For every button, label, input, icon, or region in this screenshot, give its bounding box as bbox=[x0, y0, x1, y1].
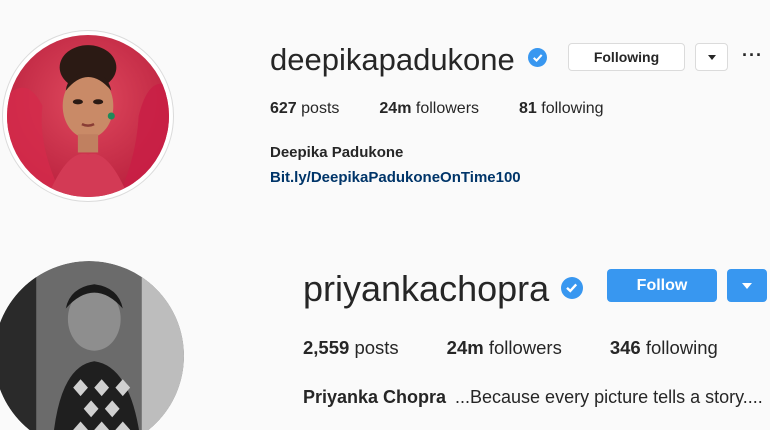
suggested-dropdown-button[interactable] bbox=[695, 43, 728, 71]
chevron-down-icon bbox=[707, 54, 716, 60]
posts-count: 2,559 posts bbox=[303, 337, 399, 358]
profile-avatar-ring[interactable] bbox=[0, 261, 184, 430]
follow-button[interactable]: Follow bbox=[607, 269, 717, 302]
followers-link[interactable]: 24m followers bbox=[447, 337, 562, 359]
following-link[interactable]: 81 following bbox=[519, 100, 604, 118]
avatar[interactable] bbox=[0, 261, 184, 430]
profile-username: deepikapadukone bbox=[270, 42, 515, 77]
following-link[interactable]: 346 following bbox=[610, 337, 718, 359]
profile-bio: ...Because every picture tells a story..… bbox=[455, 387, 763, 407]
verified-badge-icon bbox=[528, 48, 547, 67]
posts-count: 627 posts bbox=[270, 100, 340, 117]
profile-username: priyankachopra bbox=[303, 268, 550, 309]
verified-badge-icon bbox=[561, 277, 583, 299]
bio-link[interactable]: Bit.ly/DeepikaPadukoneOnTime100 bbox=[270, 169, 521, 186]
profile-stats: 627 posts 24m followers 81 following bbox=[270, 100, 644, 118]
profile-header-priyanka: priyankachopra Follow 2,559 posts 24m fo… bbox=[0, 225, 770, 430]
suggested-dropdown-button[interactable] bbox=[727, 269, 767, 302]
chevron-down-icon bbox=[742, 282, 752, 289]
profile-stats: 2,559 posts 24m followers 346 following bbox=[303, 337, 766, 359]
avatar[interactable] bbox=[7, 35, 169, 197]
more-dots-icon[interactable]: ··· bbox=[742, 46, 763, 64]
profile-full-name: Priyanka Chopra bbox=[303, 387, 447, 407]
profile-full-name: Deepika Padukone bbox=[270, 144, 404, 161]
followers-link[interactable]: 24m followers bbox=[379, 100, 479, 118]
following-button[interactable]: Following bbox=[568, 43, 685, 71]
profile-header-deepika: deepikapadukone Following ··· 627 posts … bbox=[0, 0, 770, 225]
profile-avatar-ring[interactable] bbox=[2, 30, 174, 202]
